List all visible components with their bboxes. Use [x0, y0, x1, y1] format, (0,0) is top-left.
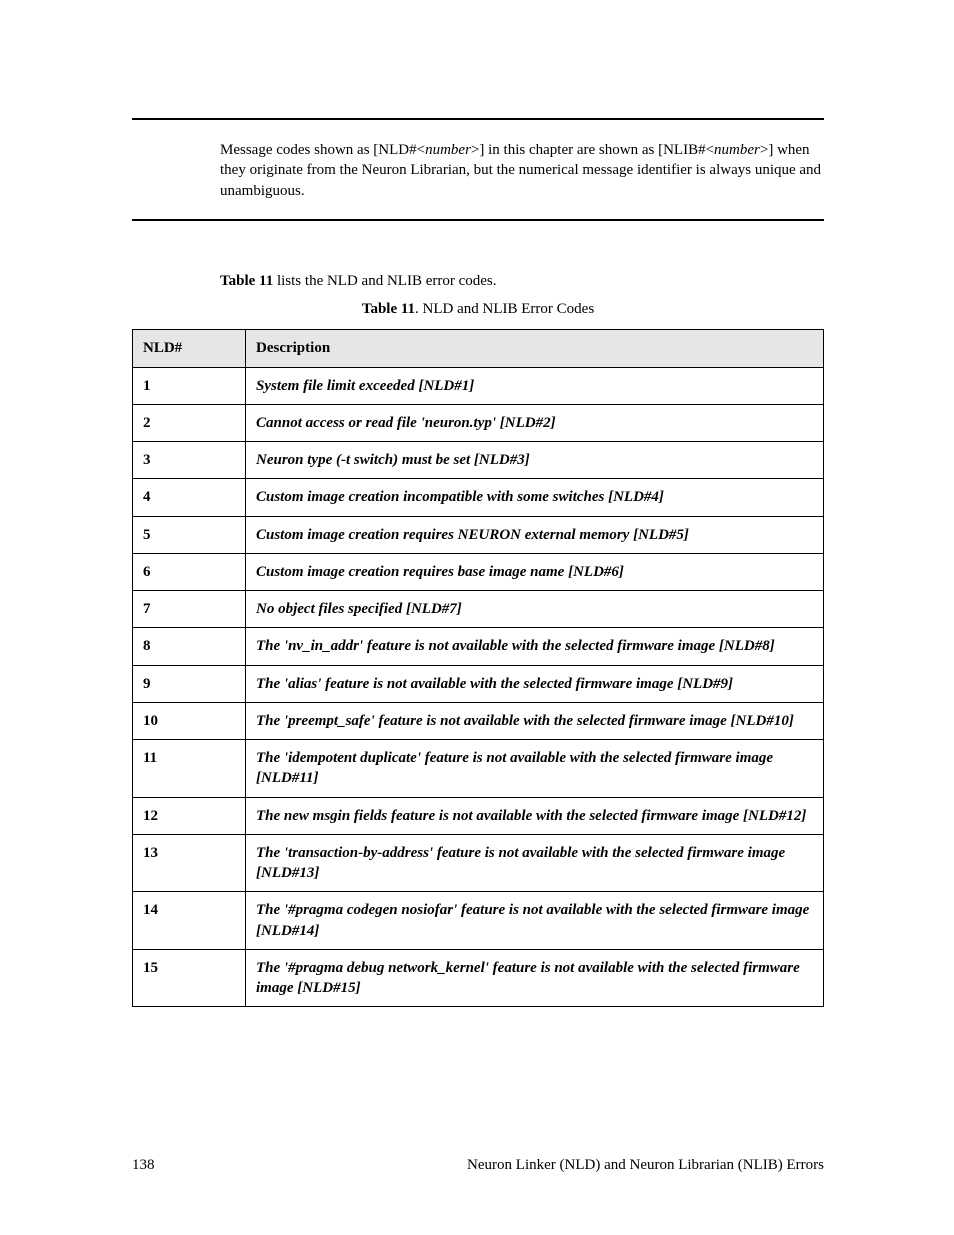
nld-description: The '#pragma codegen nosiofar' feature i… — [246, 892, 824, 950]
nld-description: Custom image creation requires base imag… — [246, 553, 824, 590]
note-number-1: number — [425, 142, 471, 158]
nld-description: Custom image creation requires NEURON ex… — [246, 516, 824, 553]
intro-table-ref: Table 11 — [220, 273, 273, 289]
nld-code: 3 — [133, 442, 246, 479]
nld-description: The new msgin fields feature is not avai… — [246, 797, 824, 834]
note-text-2: >] in this chapter are shown as [NLIB#< — [471, 142, 714, 158]
page-footer: 138 Neuron Linker (NLD) and Neuron Libra… — [132, 1095, 824, 1175]
error-codes-table: NLD# Description 1System file limit exce… — [132, 329, 824, 1007]
nld-code: 15 — [133, 949, 246, 1007]
intro-line: Table 11 lists the NLD and NLIB error co… — [132, 271, 824, 291]
table-row: 6Custom image creation requires base ima… — [133, 553, 824, 590]
table-row: 2Cannot access or read file 'neuron.typ'… — [133, 404, 824, 441]
nld-code: 13 — [133, 834, 246, 892]
nld-code: 6 — [133, 553, 246, 590]
nld-description: The 'alias' feature is not available wit… — [246, 665, 824, 702]
table-row: 7No object files specified [NLD#7] — [133, 591, 824, 628]
table-row: 5Custom image creation requires NEURON e… — [133, 516, 824, 553]
nld-description: Cannot access or read file 'neuron.typ' … — [246, 404, 824, 441]
table-row: 1System file limit exceeded [NLD#1] — [133, 367, 824, 404]
nld-description: The 'idempotent duplicate' feature is no… — [246, 740, 824, 798]
nld-code: 5 — [133, 516, 246, 553]
nld-description: No object files specified [NLD#7] — [246, 591, 824, 628]
nld-code: 11 — [133, 740, 246, 798]
nld-description: System file limit exceeded [NLD#1] — [246, 367, 824, 404]
nld-description: The 'preempt_safe' feature is not availa… — [246, 702, 824, 739]
caption-bold: Table 11 — [362, 301, 415, 317]
nld-code: 2 — [133, 404, 246, 441]
nld-code: 12 — [133, 797, 246, 834]
nld-description: Neuron type (-t switch) must be set [NLD… — [246, 442, 824, 479]
table-caption: Table 11. NLD and NLIB Error Codes — [132, 299, 824, 319]
table-row: 13The 'transaction-by-address' feature i… — [133, 834, 824, 892]
table-row: 14The '#pragma codegen nosiofar' feature… — [133, 892, 824, 950]
table-row: 12The new msgin fields feature is not av… — [133, 797, 824, 834]
header-description: Description — [246, 330, 824, 367]
footer-title: Neuron Linker (NLD) and Neuron Librarian… — [467, 1155, 824, 1175]
document-page: Message codes shown as [NLD#<number>] in… — [0, 0, 954, 1235]
nld-code: 1 — [133, 367, 246, 404]
nld-code: 8 — [133, 628, 246, 665]
table-header-row: NLD# Description — [133, 330, 824, 367]
note-block: Message codes shown as [NLD#<number>] in… — [132, 118, 824, 221]
nld-code: 7 — [133, 591, 246, 628]
nld-code: 10 — [133, 702, 246, 739]
note-text-1: Message codes shown as [NLD#< — [220, 142, 425, 158]
header-nld: NLD# — [133, 330, 246, 367]
nld-description: The '#pragma debug network_kernel' featu… — [246, 949, 824, 1007]
table-row: 3Neuron type (-t switch) must be set [NL… — [133, 442, 824, 479]
caption-rest: . NLD and NLIB Error Codes — [415, 301, 594, 317]
table-row: 10The 'preempt_safe' feature is not avai… — [133, 702, 824, 739]
page-number: 138 — [132, 1155, 155, 1175]
nld-code: 9 — [133, 665, 246, 702]
nld-description: Custom image creation incompatible with … — [246, 479, 824, 516]
table-row: 4Custom image creation incompatible with… — [133, 479, 824, 516]
table-row: 15The '#pragma debug network_kernel' fea… — [133, 949, 824, 1007]
table-row: 8The 'nv_in_addr' feature is not availab… — [133, 628, 824, 665]
table-row: 11The 'idempotent duplicate' feature is … — [133, 740, 824, 798]
nld-code: 14 — [133, 892, 246, 950]
intro-rest: lists the NLD and NLIB error codes. — [273, 273, 496, 289]
nld-description: The 'transaction-by-address' feature is … — [246, 834, 824, 892]
nld-description: The 'nv_in_addr' feature is not availabl… — [246, 628, 824, 665]
note-number-2: number — [714, 142, 760, 158]
nld-code: 4 — [133, 479, 246, 516]
table-row: 9The 'alias' feature is not available wi… — [133, 665, 824, 702]
